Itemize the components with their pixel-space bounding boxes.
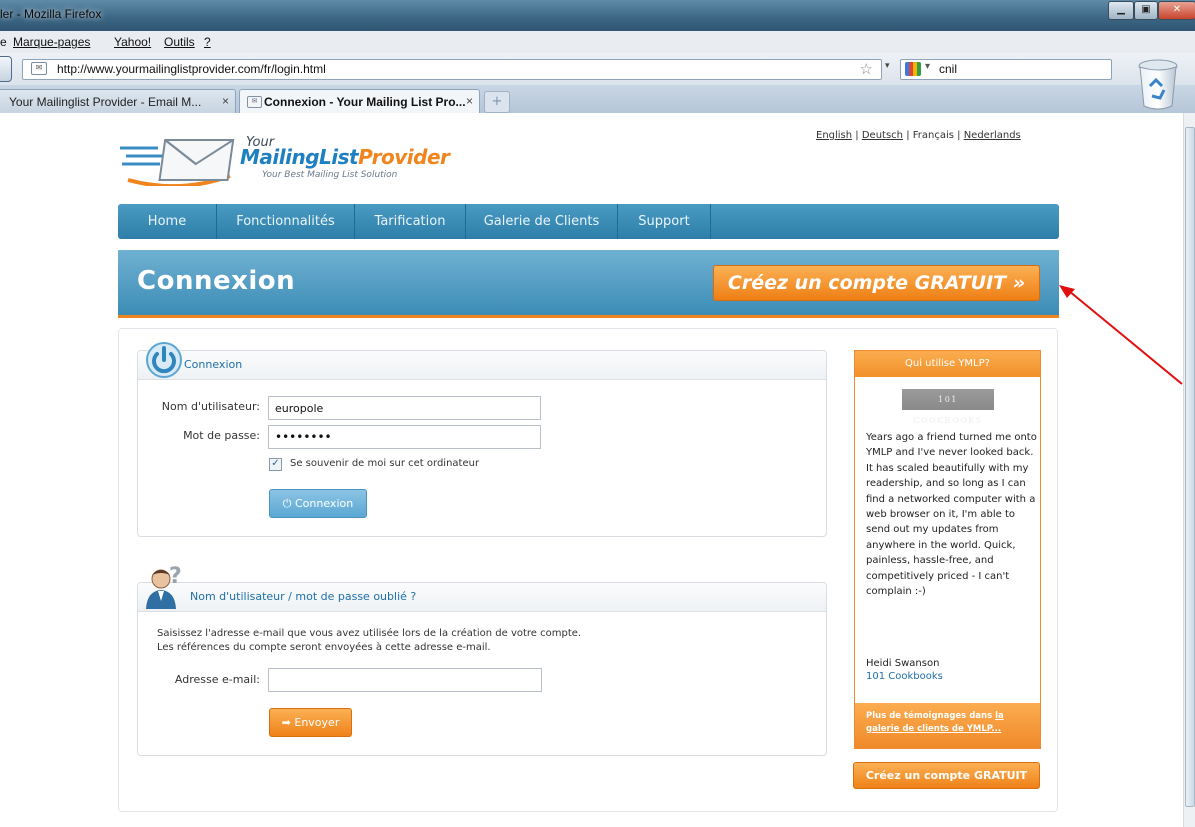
more-testimonials: Plus de témoignages dans la galerie de c… (855, 703, 1040, 748)
mail-favicon-icon: ✉ (247, 96, 262, 108)
testimonial-heading: Qui utilise YMLP? (855, 351, 1040, 377)
testimonial-author: Heidi Swanson (866, 658, 940, 669)
search-query: cnil (939, 62, 958, 76)
search-bar[interactable]: ▾ cnil (900, 59, 1112, 80)
nav-fonctionnalites[interactable]: Fonctionnalités (217, 204, 355, 239)
close-window-button[interactable]: ✕ (1158, 1, 1195, 20)
password-input[interactable]: •••••••• (268, 425, 541, 449)
new-tab-button[interactable]: + (484, 91, 510, 113)
lang-nederlands-link[interactable]: Nederlands (964, 130, 1021, 141)
power-icon (146, 342, 182, 378)
logo-text-mailinglist: MailingList (240, 145, 359, 169)
address-bar[interactable]: ✉ http://www.yourmailinglistprovider.com… (22, 59, 882, 80)
forgot-instructions-line1: Saisissez l'adresse e-mail que vous avez… (157, 628, 582, 639)
logo-text-brand: MailingListProvider (240, 145, 450, 169)
google-icon (905, 62, 921, 76)
logo-text-provider: Provider (358, 145, 450, 169)
logo-tagline: Your Best Mailing List Solution (262, 170, 398, 180)
navigation-toolbar: ✉ http://www.yourmailinglistprovider.com… (0, 53, 1195, 86)
testimonial-quote: Years ago a friend turned me onto YMLP a… (866, 432, 1037, 598)
password-label: Mot de passe: (183, 429, 260, 442)
nav-galerie-clients[interactable]: Galerie de Clients (466, 204, 618, 239)
menu-bar: e Marque-pages Yahoo! Outils ? (0, 31, 1195, 53)
email-input[interactable] (268, 668, 542, 692)
recycle-bin-icon[interactable] (1136, 56, 1180, 112)
101-cookbooks-logo: 101 Cookbooks (902, 389, 994, 425)
login-submit-label: Connexion (295, 497, 354, 510)
bookmark-star-icon[interactable]: ☆ (860, 60, 873, 78)
tab-mailinglist[interactable]: Your Mailinglist Provider - Email M... × (0, 89, 236, 113)
lang-deutsch-link[interactable]: Deutsch (862, 130, 903, 141)
svg-text:?: ? (169, 564, 182, 589)
tab-label: Your Mailinglist Provider - Email M... (9, 95, 202, 109)
login-submit-button[interactable]: ⏻ Connexion (269, 489, 367, 518)
create-free-account-button[interactable]: Créez un compte GRATUIT » (713, 265, 1040, 301)
menu-item-bookmarks[interactable]: Marque-pages (13, 35, 90, 49)
tab-label: Connexion - Your Mailing List Pro... (264, 95, 466, 109)
login-panel-title: Connexion (184, 358, 243, 371)
lang-francais-current: Français (912, 130, 954, 141)
maximize-button[interactable]: ▣ (1134, 1, 1158, 20)
nav-support[interactable]: Support (618, 204, 711, 239)
send-button-label: Envoyer (294, 716, 340, 729)
language-switcher: English | Deutsch | Français | Nederland… (816, 130, 1021, 141)
arrow-right-icon: ➡ (281, 716, 291, 729)
email-label: Adresse e-mail: (174, 673, 260, 686)
remember-me-checkbox[interactable]: ✓ (269, 458, 282, 471)
testimonial-author-link[interactable]: 101 Cookbooks (866, 671, 943, 682)
window-title: ler - Mozilla Firefox (0, 7, 102, 21)
mail-favicon-icon: ✉ (31, 62, 47, 75)
envelope-logo-icon[interactable] (120, 134, 240, 186)
vertical-scrollbar[interactable] (1183, 113, 1195, 827)
lang-english-link[interactable]: English (816, 130, 852, 141)
forgot-panel-title: Nom d'utilisateur / mot de passe oublié … (190, 590, 417, 603)
nav-tarification[interactable]: Tarification (355, 204, 466, 239)
scrollbar-thumb[interactable] (1185, 127, 1195, 807)
address-bar-url: http://www.yourmailinglistprovider.com/f… (57, 62, 326, 76)
more-testimonials-text: Plus de témoignages dans (866, 711, 996, 721)
power-icon: ⏻ (282, 497, 292, 510)
remember-me-label: Se souvenir de moi sur cet ordinateur (290, 458, 480, 469)
username-label: Nom d'utilisateur: (161, 400, 260, 413)
page-title: Connexion (137, 266, 296, 296)
close-tab-icon[interactable]: × (466, 94, 473, 108)
close-tab-icon[interactable]: × (222, 94, 229, 108)
search-engine-dropdown-icon[interactable]: ▾ (885, 61, 890, 71)
create-free-account-label: Créez un compte GRATUIT (727, 272, 1007, 294)
window-titlebar: ler - Mozilla Firefox ▁ ▣ ✕ (0, 0, 1195, 31)
minimize-button[interactable]: ▁ (1108, 1, 1134, 20)
menu-item-yahoo[interactable]: Yahoo! (114, 35, 151, 49)
tab-bar: Your Mailinglist Provider - Email M... ×… (0, 85, 1195, 114)
menu-item-history[interactable]: e (0, 35, 7, 49)
tab-connexion[interactable]: ✉ Connexion - Your Mailing List Pro... × (239, 89, 480, 114)
forgot-panel-header: Nom d'utilisateur / mot de passe oublié … (138, 583, 826, 612)
annotation-arrow-icon (1059, 285, 1183, 385)
menu-item-tools[interactable]: Outils (164, 35, 195, 49)
send-button[interactable]: ➡ Envoyer (269, 708, 352, 737)
user-question-icon: ? (146, 564, 182, 609)
chevron-down-icon: ▾ (925, 61, 931, 72)
main-navigation: Home Fonctionnalités Tarification Galeri… (118, 204, 1059, 239)
login-panel-header: Connexion (138, 351, 826, 380)
create-free-account-small-button[interactable]: Créez un compte GRATUIT (853, 762, 1040, 789)
forgot-instructions-line2: Les références du compte seront envoyées… (157, 642, 491, 653)
menu-item-help[interactable]: ? (204, 35, 211, 49)
nav-home[interactable]: Home (118, 204, 217, 239)
back-button[interactable] (0, 56, 12, 82)
double-chevron-right-icon: » (1012, 272, 1026, 294)
username-input[interactable]: europole (268, 396, 541, 420)
